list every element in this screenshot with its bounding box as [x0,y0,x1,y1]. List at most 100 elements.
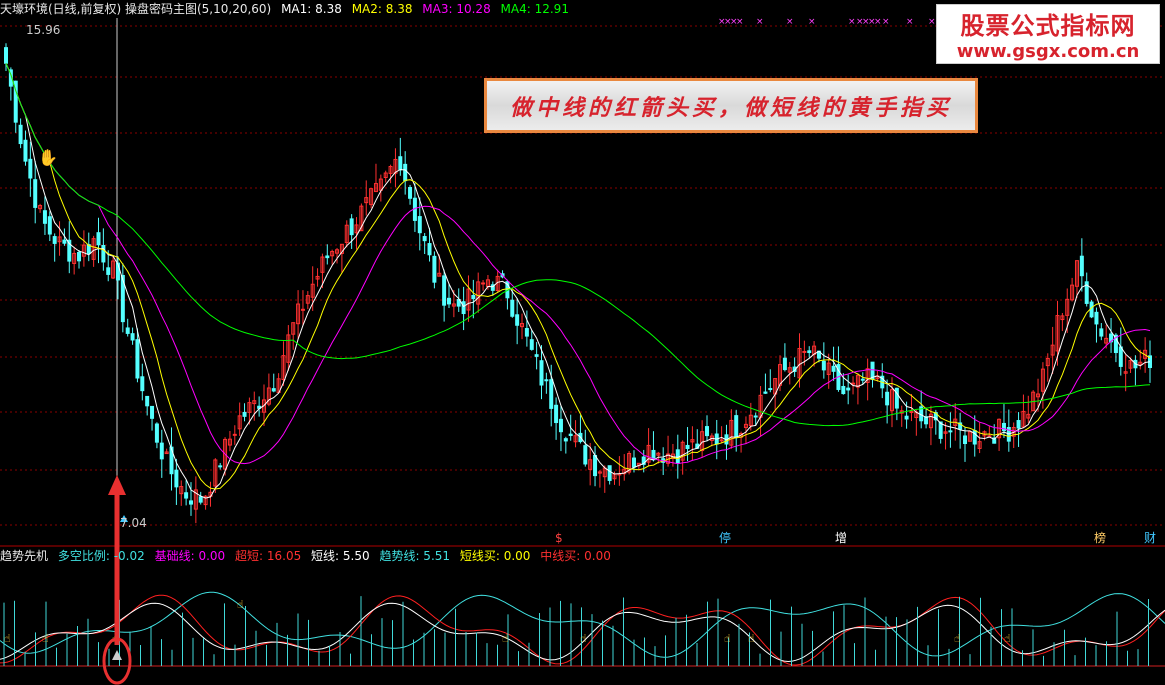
candle-down [218,465,223,468]
main-chart-header: 天壕环境(日线,前复权) 操盘密码主图(5,10,20,60) MA1: 8.3… [0,0,575,18]
candle-down [422,236,427,242]
candle-down [1001,422,1006,432]
candle-down [154,423,159,443]
ma1-label: MA1: 8.38 [281,2,342,16]
event-tag-dollar[interactable]: $ [555,531,563,545]
candle-down [461,301,466,315]
signal-cross-marker: × [756,17,764,27]
ma3-label: MA3: 10.28 [422,2,491,16]
candle-down [554,404,559,424]
short-buy-hand-icon: ☝ [580,632,587,645]
candle-down [510,299,515,317]
candle-down [432,255,437,283]
site-logo: 股票公式指标网 www.gsgx.com.cn [936,4,1160,64]
candle-down [52,236,57,244]
candle-down [174,469,179,488]
duanxian-label: 短线: 5.50 [311,549,370,563]
candle-down [549,379,554,409]
candle-down [198,496,203,503]
oscillator-panel: ☝☝☝☝☝☝☝☝☝☝ [0,591,1165,666]
short-buy-hand-icon: ☝ [954,632,961,645]
oscillator-header: 趋势先机 多空比例: -0.02 基础线: 0.00 超短: 16.05 短线:… [0,547,617,565]
candle-down [563,438,568,442]
candle-down [831,365,836,372]
candle-down [325,255,330,259]
candle-down [130,333,135,341]
short-buy-hand-icon: ☝ [1004,632,1011,645]
candle-up [851,382,856,385]
duokong-label: 多空比例: -0.02 [57,549,145,563]
candle-down [349,218,354,236]
duanxianmai-label: 短线买: 0.00 [459,549,531,563]
candle-down [23,139,28,162]
signal-cross-marker: × [874,17,882,27]
candle-down [846,387,851,391]
candle-down [1016,420,1021,429]
candle-down [427,243,432,256]
candle-down [42,210,47,224]
chart-title: 天壕环境(日线,前复权) 操盘密码主图(5,10,20,60) [0,2,272,16]
zhongxianmai-label: 中线买: 0.00 [540,549,611,563]
candle-down [807,350,812,354]
candle-down [271,388,276,392]
buy-signal-circle [102,637,132,685]
candle-down [524,328,529,337]
candle-down [885,391,890,406]
signal-cross-marker: × [906,17,914,27]
candle-down [188,500,193,505]
event-tag-increase[interactable]: 增 [835,531,847,545]
candle-up [300,308,305,311]
short-buy-hand-icon: ☝ [502,632,509,645]
candle-down [28,158,33,179]
candle-down [763,391,768,394]
candle-down [442,275,447,306]
buy-signal-marker [112,650,122,660]
candle-down [938,421,943,439]
candle-down [33,179,38,208]
candle-down [150,405,155,419]
candle-down [534,354,539,357]
price-high-label: 15.96 [26,23,61,37]
candle-down [734,415,739,439]
candle-up [802,350,807,353]
candle-down [159,442,164,460]
candle-down [607,465,612,481]
candle-down [583,445,588,465]
candle-down [841,385,846,395]
event-tag-finance[interactable]: 财 [1144,531,1156,545]
candle-down [529,339,534,350]
short-buy-hand-icon: ☝ [724,632,731,645]
signal-cross-marker: × [882,17,890,27]
signal-cross-marker: × [736,17,744,27]
candle-down [558,418,563,433]
oscillator-trend-line [0,591,1165,658]
event-tag-suspend[interactable]: 停 [719,531,731,545]
chaoduan-label: 超短: 16.05 [235,549,302,563]
price-low-label: 7.04 [120,516,147,530]
candle-down [4,47,8,64]
candle-down [145,395,150,407]
candle-down [242,411,247,417]
qushi-label: 趋势线: 5.51 [379,549,451,563]
event-tag-ranking[interactable]: 榜 [1094,531,1106,545]
indicator-name: 趋势先机 [0,549,49,563]
candle-down [140,376,145,392]
candle-down [106,267,111,275]
candle-down [1118,346,1123,367]
buy-arrow-head [108,475,126,495]
annotations [102,475,132,685]
signal-cross-marker: × [808,17,816,27]
candle-down [782,357,787,371]
candle-down [77,251,82,262]
logo-line1: 股票公式指标网 [960,12,1136,40]
candle-down [403,163,408,182]
candle-down [963,435,968,445]
candle-down [631,457,636,468]
candle-down [593,454,598,477]
candle-down [47,216,52,235]
signal-cross-marker: × [848,17,856,27]
candle-down [417,216,422,234]
candle-down [948,430,953,433]
candle-down [753,415,758,418]
candle-down [135,339,140,379]
